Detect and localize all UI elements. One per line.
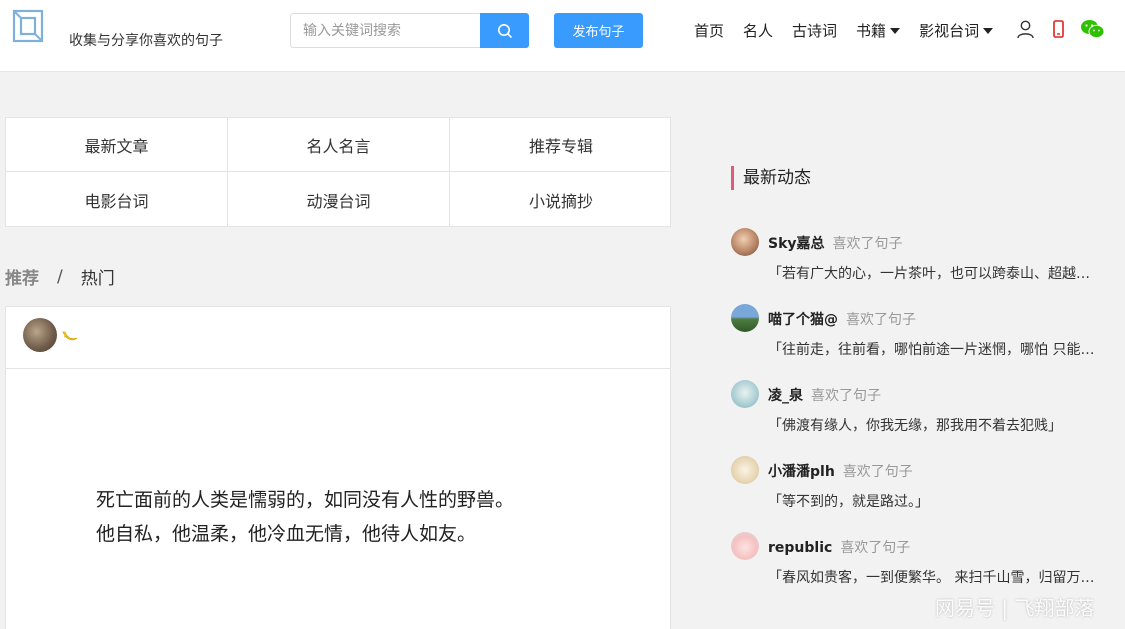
site-tagline: 收集与分享你喜欢的句子 <box>69 33 223 49</box>
feed-tabs: 推荐 / 热门 <box>5 264 115 290</box>
nav-film-lines[interactable]: 影视台词 <box>919 20 994 41</box>
post-quote[interactable]: 死亡面前的人类是懦弱的，如同没有人性的野兽。 他自私，他温柔，他冷血无情，他待人… <box>96 483 514 551</box>
category-novel-excerpts[interactable]: 小说摘抄 <box>450 172 672 227</box>
search-input[interactable] <box>290 13 481 48</box>
feed-action: 喜欢了句子 <box>832 236 903 252</box>
nav-film-lines-label: 影视台词 <box>919 22 980 40</box>
moon-badge-icon <box>62 331 78 341</box>
feed-username[interactable]: 小潘潘plh <box>768 464 835 480</box>
nav-books[interactable]: 书籍 <box>856 20 901 41</box>
nav-poetry-label: 古诗词 <box>792 22 838 40</box>
category-latest-articles[interactable]: 最新文章 <box>6 118 228 172</box>
nav-home[interactable]: 首页 <box>694 20 724 41</box>
feed-text[interactable]: 「春风如贵客，一到便繁华。 来扫千山雪，归留万国花」 <box>768 567 1098 587</box>
watermark: 网易号 | 飞翔部落 <box>935 596 1095 620</box>
wechat-icon[interactable] <box>1080 19 1105 39</box>
feed-text[interactable]: 「往前走，往前看，哪怕前途一片迷惘，哪怕 只能一个人」 <box>768 339 1098 359</box>
main-nav: 首页 名人 古诗词 书籍 影视台词 <box>694 20 1012 41</box>
feed-text[interactable]: 「若有广大的心，一片茶叶，也可以跨泰山、超越江海」 <box>768 263 1098 283</box>
nav-home-label: 首页 <box>694 22 725 40</box>
caret-down-icon <box>890 27 901 34</box>
category-recommended-albums[interactable]: 推荐专辑 <box>450 118 672 172</box>
quote-line: 他自私，他温柔，他冷血无情，他待人如友。 <box>96 523 477 545</box>
category-anime-lines[interactable]: 动漫台词 <box>228 172 450 227</box>
avatar[interactable] <box>731 532 759 560</box>
user-icon[interactable] <box>1017 20 1034 39</box>
feed-username[interactable]: 喵了个猫@ <box>768 312 838 328</box>
tab-recommended[interactable]: 推荐 <box>5 264 39 289</box>
top-header: 收集与分享你喜欢的句子 发布句子 首页 名人 古诗词 书籍 影视台词 <box>0 0 1125 72</box>
category-movie-lines[interactable]: 电影台词 <box>6 172 228 227</box>
feed-username[interactable]: Sky嘉总 <box>768 236 825 252</box>
search-button[interactable] <box>480 13 529 48</box>
nav-celebrities[interactable]: 名人 <box>743 20 773 41</box>
avatar[interactable] <box>731 380 759 408</box>
feed-action: 喜欢了句子 <box>840 540 911 556</box>
author-avatar[interactable] <box>23 318 57 352</box>
tab-separator: / <box>57 266 63 287</box>
publish-button[interactable]: 发布句子 <box>554 13 643 48</box>
feed-username[interactable]: 凌_泉 <box>768 388 803 404</box>
mobile-icon[interactable] <box>1053 20 1064 38</box>
sidebar-title: 最新动态 <box>731 166 811 190</box>
tab-hot[interactable]: 热门 <box>81 264 115 289</box>
feed-action: 喜欢了句子 <box>842 464 913 480</box>
feed-action: 喜欢了句子 <box>846 312 916 328</box>
avatar[interactable] <box>731 456 759 484</box>
nav-classical-poetry[interactable]: 古诗词 <box>792 20 837 41</box>
quote-line: 死亡面前的人类是懦弱的，如同没有人性的野兽。 <box>96 489 515 511</box>
category-grid: 最新文章 名人名言 推荐专辑 电影台词 动漫台词 小说摘抄 <box>5 117 672 227</box>
site-logo-icon[interactable] <box>12 8 48 46</box>
post-card-header <box>6 307 670 369</box>
avatar[interactable] <box>731 228 759 256</box>
category-famous-quotes[interactable]: 名人名言 <box>228 118 450 172</box>
search-icon <box>497 23 512 38</box>
post-card: 死亡面前的人类是懦弱的，如同没有人性的野兽。 他自私，他温柔，他冷血无情，他待人… <box>5 306 671 629</box>
nav-celebrities-label: 名人 <box>743 22 774 40</box>
nav-books-label: 书籍 <box>856 22 887 40</box>
feed-username[interactable]: republic <box>768 540 832 556</box>
avatar[interactable] <box>731 304 759 332</box>
feed-action: 喜欢了句子 <box>811 388 881 404</box>
feed-text[interactable]: 「佛渡有缘人，你我无缘，那我用不着去犯贱」 <box>768 415 1098 435</box>
feed-text[interactable]: 「等不到的，就是路过。」 <box>768 491 1098 511</box>
caret-down-icon <box>983 27 994 34</box>
